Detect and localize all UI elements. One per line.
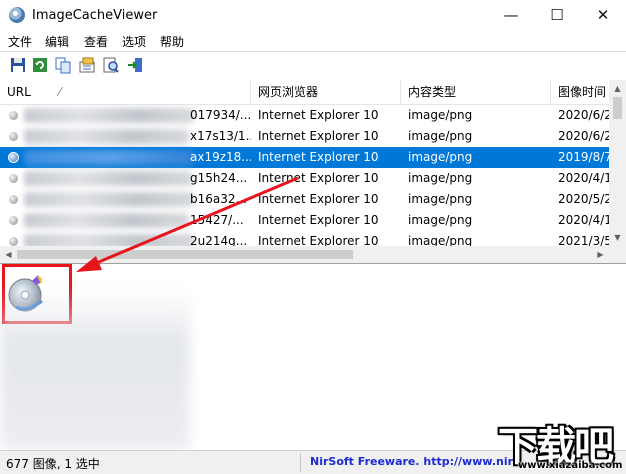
horizontal-scroll-thumb[interactable]	[17, 250, 353, 259]
window-title: ImageCacheViewer	[32, 8, 158, 23]
menu-bar: 文件 编辑 查看 选项 帮助	[0, 31, 626, 51]
cell-browser: Internet Explorer 10	[258, 150, 379, 164]
column-header-browser[interactable]: 网页浏览器	[251, 80, 401, 104]
save-icon[interactable]	[9, 56, 27, 74]
scroll-right-icon[interactable]: ▶	[592, 246, 609, 263]
menu-view[interactable]: 查看	[84, 33, 108, 50]
refresh-icon[interactable]	[31, 56, 49, 74]
cell-content-type: image/png	[408, 108, 473, 122]
menu-file[interactable]: 文件	[8, 33, 32, 50]
column-header-url[interactable]: URL ⁄	[0, 80, 251, 104]
cell-url: ax19z18...	[190, 150, 251, 164]
cell-content-type: image/png	[408, 150, 473, 164]
scroll-up-icon[interactable]: ▲	[609, 80, 626, 97]
column-header-content-type[interactable]: 内容类型	[401, 80, 551, 104]
cell-url: g15h24...	[190, 171, 248, 185]
cell-url: 017934/...	[190, 108, 251, 122]
cell-browser: Internet Explorer 10	[258, 213, 379, 227]
cell-content-type: image/png	[408, 192, 473, 206]
blurred-url	[24, 150, 194, 165]
blurred-region	[0, 288, 190, 450]
cell-image-time: 2020/6/2	[558, 108, 609, 122]
cell-image-time: 2019/8/7	[558, 150, 609, 164]
cell-image-time: 2020/4/1	[558, 213, 609, 227]
cell-content-type: image/png	[408, 213, 473, 227]
toolbar	[0, 51, 626, 81]
row-status-icon	[9, 237, 18, 246]
table-row[interactable]: ax19z18... Internet Explorer 10 image/png 2…	[0, 147, 609, 168]
blurred-url	[24, 213, 189, 228]
table-row[interactable]: x17s13/1... Internet Explorer 10 image/png…	[0, 126, 609, 147]
table-row[interactable]: g15h24... Internet Explorer 10 image/png 20…	[0, 168, 609, 189]
cell-image-time: 2020/5/2	[558, 192, 609, 206]
find-icon[interactable]	[102, 56, 120, 74]
row-status-icon	[9, 216, 18, 225]
image-cache-table[interactable]: URL ⁄ 网页浏览器 内容类型 图像时间 017934/... Internet …	[0, 80, 626, 264]
cell-image-time: 2020/6/2	[558, 129, 609, 143]
menu-help[interactable]: 帮助	[160, 33, 184, 50]
vertical-scroll-thumb[interactable]	[613, 97, 622, 119]
column-header-image-time[interactable]: 图像时间	[551, 80, 609, 104]
watermark-url: www.xiazaiba.com	[518, 460, 623, 471]
nirsoft-link[interactable]: NirSoft Freeware. http://www.nir	[310, 455, 513, 468]
cell-browser: Internet Explorer 10	[258, 108, 379, 122]
table-row[interactable]: b16a32... Internet Explorer 10 image/png 20…	[0, 189, 609, 210]
blurred-url	[24, 108, 194, 123]
cell-url: x17s13/1...	[190, 129, 251, 143]
maximize-button[interactable]: ☐	[534, 0, 580, 31]
cell-url: b16a32...	[190, 192, 247, 206]
cell-content-type: image/png	[408, 171, 473, 185]
scroll-corner	[609, 246, 626, 263]
properties-icon[interactable]	[78, 56, 96, 74]
table-header: URL ⁄ 网页浏览器 内容类型 图像时间	[0, 80, 609, 105]
status-image-count: 677 图像, 1 选中	[6, 457, 100, 471]
cell-browser: Internet Explorer 10	[258, 171, 379, 185]
menu-edit[interactable]: 编辑	[45, 33, 69, 50]
minimize-button[interactable]: —	[488, 0, 534, 31]
blurred-url	[24, 171, 192, 186]
vertical-scrollbar[interactable]: ▲ ▼	[609, 80, 626, 246]
table-row[interactable]: 017934/... Internet Explorer 10 image/png 2…	[0, 105, 609, 126]
scroll-left-icon[interactable]: ◀	[0, 246, 17, 263]
scroll-down-icon[interactable]: ▼	[609, 229, 626, 246]
row-status-icon	[9, 195, 18, 204]
cell-browser: Internet Explorer 10	[258, 192, 379, 206]
cell-browser: Internet Explorer 10	[258, 129, 379, 143]
cell-image-time: 2020/4/1	[558, 171, 609, 185]
blurred-url	[24, 129, 189, 144]
blurred-url	[24, 192, 194, 207]
title-bar: ImageCacheViewer — ☐ ✕	[0, 0, 626, 31]
table-row[interactable]: 15427/... Internet Explorer 10 image/png 20…	[0, 210, 609, 231]
exit-icon[interactable]	[126, 56, 144, 74]
row-status-icon	[9, 111, 18, 120]
row-status-icon	[9, 174, 18, 183]
row-status-icon	[8, 152, 19, 163]
copy-icon[interactable]	[54, 56, 72, 74]
cell-content-type: image/png	[408, 129, 473, 143]
menu-options[interactable]: 选项	[122, 33, 146, 50]
close-button[interactable]: ✕	[580, 0, 626, 31]
cell-url: 15427/...	[190, 213, 244, 227]
row-status-icon	[9, 132, 18, 141]
sort-indicator: ⁄	[58, 85, 61, 99]
status-separator	[300, 453, 301, 472]
app-icon	[9, 7, 25, 23]
horizontal-scrollbar[interactable]: ◀ ▶	[0, 246, 609, 263]
